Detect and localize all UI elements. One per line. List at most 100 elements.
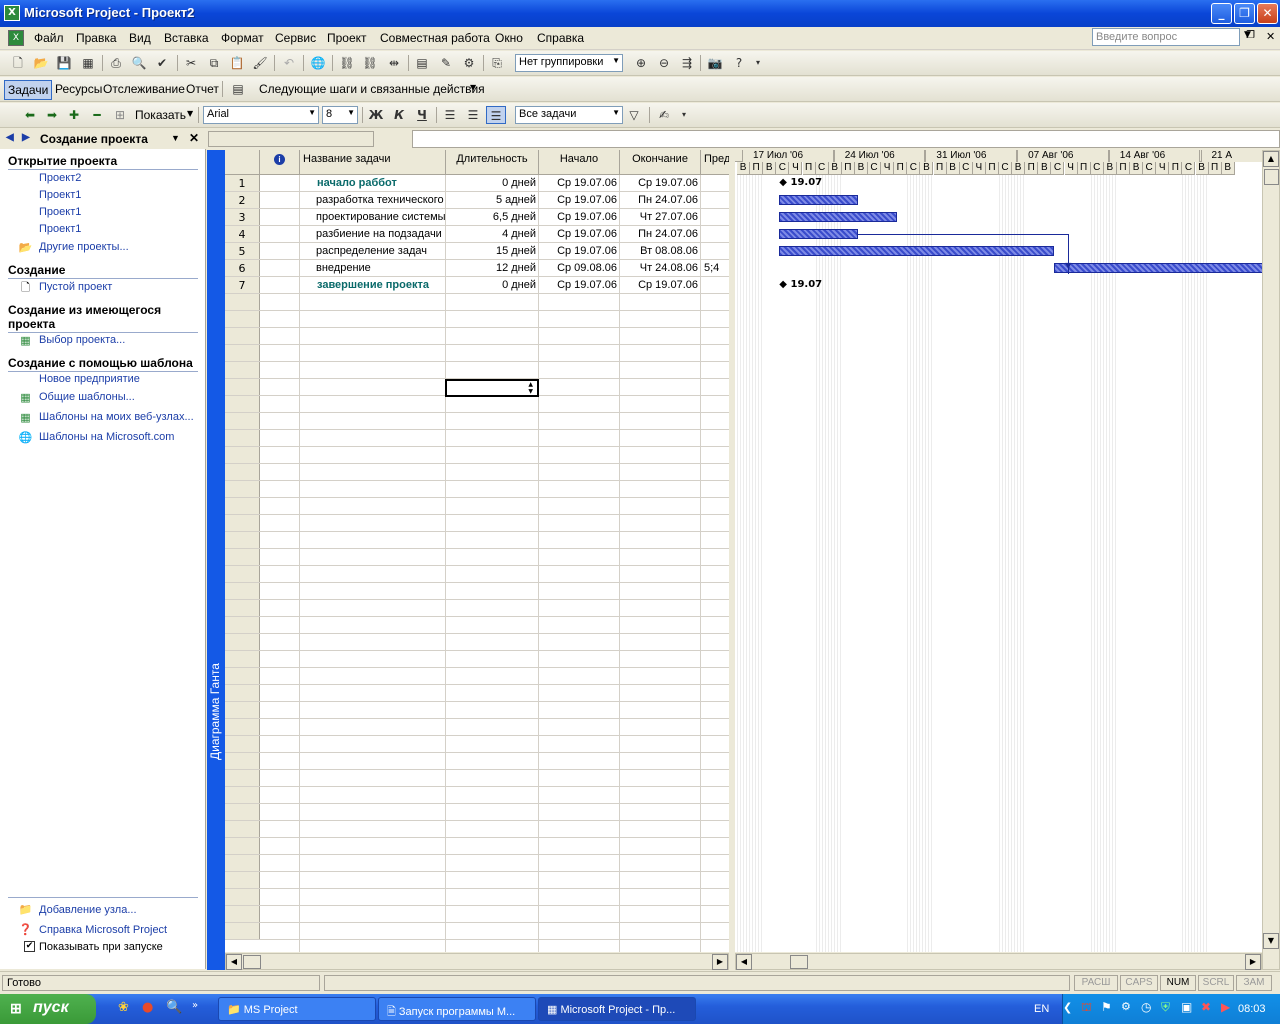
table-cell-name[interactable]: распределение задач: [300, 243, 446, 260]
menu-file[interactable]: Файл: [34, 31, 64, 45]
menu-window[interactable]: Окно: [495, 31, 523, 45]
row-header[interactable]: [225, 872, 260, 889]
menu-project[interactable]: Проект: [327, 31, 367, 45]
table-cell-name[interactable]: внедрение: [300, 260, 446, 277]
menu-view[interactable]: Вид: [129, 31, 151, 45]
gantt-wizard-icon[interactable]: ✍: [654, 106, 674, 124]
column-header-finish[interactable]: Окончание: [620, 150, 701, 175]
table-cell-name[interactable]: завершение проекта: [300, 277, 446, 294]
arrow-right-icon[interactable]: ➡: [42, 106, 62, 124]
chevron-down-icon[interactable]: ▼: [470, 83, 476, 92]
project-help-link[interactable]: Справка Microsoft Project: [39, 924, 167, 936]
filter-select[interactable]: Все задачи ▼: [515, 106, 623, 124]
link-tasks-icon[interactable]: ⛓: [337, 54, 357, 72]
table-cell-name[interactable]: начало раббот: [300, 175, 446, 192]
recent-project-link[interactable]: Проект1: [39, 223, 81, 235]
toolbar-options-icon[interactable]: ▾: [748, 54, 768, 72]
grouping-select[interactable]: Нет группировки ▼: [515, 54, 623, 72]
close-button[interactable]: ✕: [1257, 3, 1278, 24]
taskbar-item-project[interactable]: ▦ Microsoft Project - Пр...: [538, 997, 696, 1021]
row-header[interactable]: [225, 753, 260, 770]
unlink-tasks-icon[interactable]: ⛓: [360, 54, 380, 72]
zoom-in-icon[interactable]: ⊕: [631, 54, 651, 72]
row-header[interactable]: [225, 549, 260, 566]
underline-button[interactable]: Ч: [412, 106, 432, 124]
toolbar-options-icon[interactable]: ▾: [674, 106, 694, 124]
row-header[interactable]: [225, 328, 260, 345]
menu-collaborate[interactable]: Совместная работа: [380, 31, 490, 45]
guide-toggle-icon[interactable]: ▤: [228, 80, 248, 98]
row-header[interactable]: [225, 804, 260, 821]
copy-icon[interactable]: ⧉: [204, 54, 224, 72]
chevron-down-icon[interactable]: ▼: [187, 109, 193, 118]
row-header[interactable]: 3: [225, 209, 260, 226]
table-cell-pred[interactable]: [701, 209, 729, 226]
split-task-icon[interactable]: ⇹: [384, 54, 404, 72]
column-header-duration[interactable]: Длительность: [446, 150, 539, 175]
paste-icon[interactable]: 📋: [227, 54, 247, 72]
row-header[interactable]: [225, 617, 260, 634]
spinner-icon[interactable]: ▲ ▼: [528, 381, 533, 395]
table-cell-finish[interactable]: Ср 19.07.06: [620, 175, 701, 192]
row-header[interactable]: [225, 855, 260, 872]
table-cell-duration[interactable]: 5 адней: [446, 192, 539, 209]
tray-shield-icon[interactable]: ⛨: [1161, 1000, 1170, 1015]
row-header[interactable]: [225, 447, 260, 464]
select-all-cell[interactable]: [225, 150, 260, 175]
table-cell-duration[interactable]: 15 дней: [446, 243, 539, 260]
scroll-thumb[interactable]: [790, 955, 808, 969]
guide-tab-resources[interactable]: Ресурсы: [55, 82, 102, 96]
table-cell-duration[interactable]: 0 дней: [446, 175, 539, 192]
plus-icon[interactable]: ✚: [64, 106, 84, 124]
table-cell-finish[interactable]: Пн 24.07.06: [620, 226, 701, 243]
new-enterprise-link[interactable]: Новое предприятие: [39, 373, 140, 385]
table-cell-pred[interactable]: [701, 243, 729, 260]
recent-project-link[interactable]: Проект1: [39, 189, 81, 201]
table-cell-pred[interactable]: 5;4: [701, 260, 729, 277]
row-header[interactable]: 7: [225, 277, 260, 294]
menu-help[interactable]: Справка: [537, 31, 584, 45]
scroll-left-icon[interactable]: ◀: [736, 954, 752, 970]
print-preview-icon[interactable]: 🔍: [129, 54, 149, 72]
row-header[interactable]: [225, 413, 260, 430]
row-header[interactable]: [225, 770, 260, 787]
table-cell-start[interactable]: Ср 19.07.06: [539, 243, 620, 260]
table-cell-pred[interactable]: [701, 175, 729, 192]
recent-project-link[interactable]: Проект1: [39, 206, 81, 218]
autofilter-icon[interactable]: ▽: [624, 106, 644, 124]
align-center-icon[interactable]: ☰: [463, 106, 483, 124]
choose-project-link[interactable]: Выбор проекта...: [39, 334, 125, 346]
start-button[interactable]: ⊞ пуск: [0, 994, 96, 1024]
web-templates-link[interactable]: Шаблоны на моих веб-узлах...: [39, 411, 194, 423]
back-icon[interactable]: ◀: [6, 132, 14, 143]
row-header[interactable]: [225, 362, 260, 379]
gantt-milestone[interactable]: ◆ 19.07: [779, 177, 822, 188]
bold-button[interactable]: Ж: [366, 106, 386, 124]
zoom-out-icon[interactable]: ⊖: [654, 54, 674, 72]
row-header[interactable]: [225, 668, 260, 685]
scroll-left-icon[interactable]: ◀: [226, 954, 242, 970]
forward-icon[interactable]: ▶: [22, 132, 30, 143]
guide-tab-report[interactable]: Отчет: [186, 82, 219, 96]
gantt-task-bar[interactable]: [779, 229, 858, 239]
table-horizontal-scrollbar[interactable]: ◀ ▶: [225, 953, 729, 970]
scroll-up-icon[interactable]: ▲: [1263, 151, 1279, 167]
minimize-button[interactable]: _: [1211, 3, 1232, 24]
search-icon[interactable]: 🔍: [166, 1000, 182, 1015]
row-header[interactable]: [225, 583, 260, 600]
table-cell-start[interactable]: Ср 19.07.06: [539, 175, 620, 192]
info-column-header[interactable]: i: [260, 150, 300, 175]
row-header[interactable]: [225, 736, 260, 753]
active-cell-editor[interactable]: ▲ ▼: [445, 379, 539, 397]
row-header[interactable]: [225, 651, 260, 668]
table-cell-start[interactable]: Ср 09.08.06: [539, 260, 620, 277]
tray-app-icon[interactable]: ▣: [1181, 1000, 1192, 1014]
row-header[interactable]: [225, 566, 260, 583]
show-at-startup-checkbox[interactable]: ✔: [24, 941, 35, 952]
font-select[interactable]: Arial ▼: [203, 106, 319, 124]
gantt-task-bar[interactable]: [1054, 263, 1262, 273]
save-as-icon[interactable]: ▦: [78, 54, 98, 72]
guide-tab-tasks[interactable]: Задачи: [4, 80, 53, 100]
row-header[interactable]: [225, 923, 260, 940]
scroll-thumb[interactable]: [243, 955, 261, 969]
